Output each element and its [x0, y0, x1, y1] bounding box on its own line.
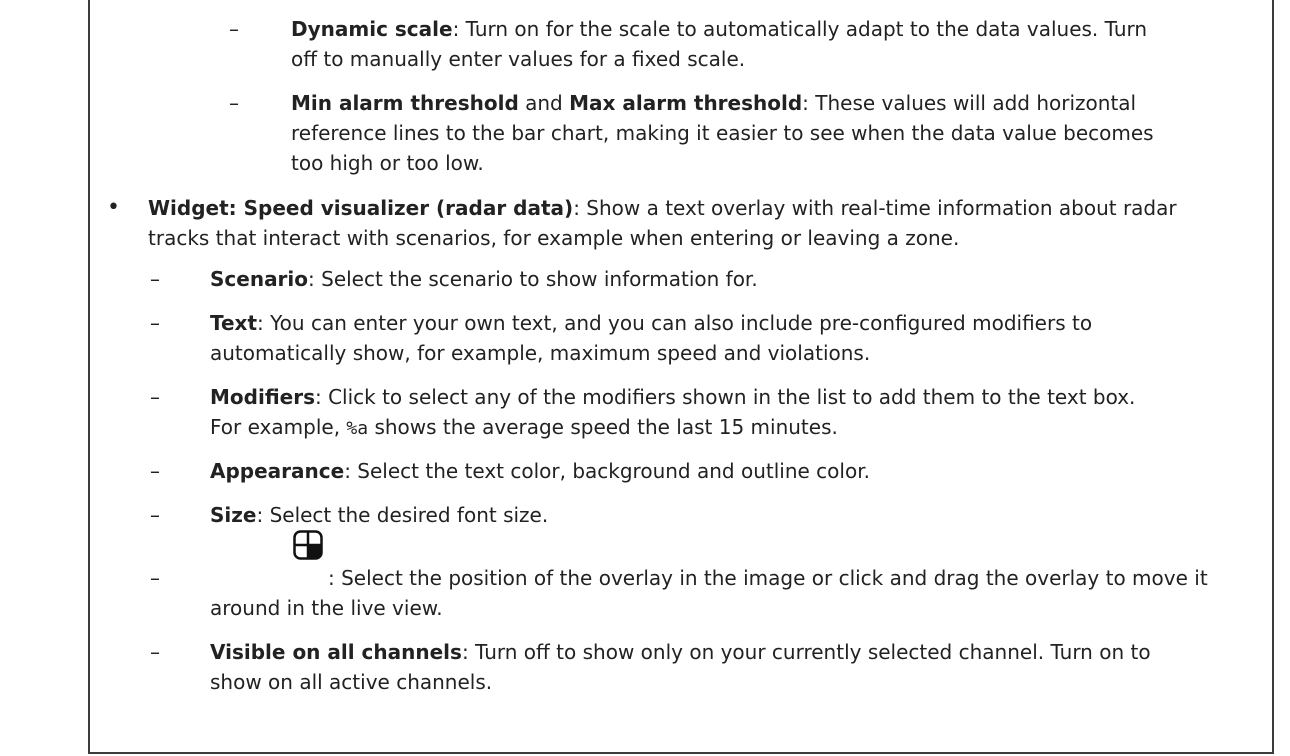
text-line-2: automatically show, for example, maximum…	[210, 341, 871, 365]
dynamic-scale-line-1: Dynamic scale: Turn on for the scale to …	[291, 14, 1147, 44]
max-threshold-term: Max alarm threshold	[569, 91, 803, 115]
visible-channels-line-2: show on all active channels.	[210, 670, 493, 694]
min-threshold-term: Min alarm threshold	[291, 91, 519, 115]
list-dash: –	[150, 267, 160, 291]
modifiers-example-post: shows the average speed the last 15 minu…	[368, 415, 838, 439]
thresholds-line-1: Min alarm threshold and Max alarm thresh…	[291, 88, 1136, 118]
thresholds-line-2: reference lines to the bar chart, making…	[291, 121, 1154, 145]
speed-widget-line-1: Widget: Speed visualizer (radar data): S…	[148, 193, 1177, 223]
size-term: Size	[210, 503, 257, 527]
list-dash: –	[229, 17, 239, 41]
modifiers-line-1: Modifiers: Click to select any of the mo…	[210, 382, 1135, 412]
scenario-text: : Select the scenario to show informatio…	[308, 267, 758, 291]
size-line: Size: Select the desired font size.	[210, 500, 548, 530]
list-dash: –	[150, 385, 160, 409]
thresholds-line-3: too high or too low.	[291, 151, 484, 175]
list-dash: –	[150, 459, 160, 483]
size-text: : Select the desired font size.	[256, 503, 549, 527]
visible-channels-text: : Turn off to show only on your currentl…	[461, 640, 1151, 664]
dynamic-scale-line-2: off to manually enter values for a fixed…	[291, 47, 746, 71]
speed-widget-line-2: tracks that interact with scenarios, for…	[148, 226, 960, 250]
modifiers-term: Modifiers	[210, 385, 315, 409]
appearance-term: Appearance	[210, 459, 345, 483]
dynamic-scale-text: : Turn on for the scale to automatically…	[452, 17, 1148, 41]
list-dash: –	[150, 311, 160, 335]
text-term: Text	[210, 311, 258, 335]
visible-channels-line-1: Visible on all channels: Turn off to sho…	[210, 637, 1151, 667]
modifiers-line-2: For example, %a shows the average speed …	[210, 412, 838, 444]
modifiers-text: : Click to select any of the modifiers s…	[314, 385, 1136, 409]
position-grid-icon	[293, 530, 323, 560]
text-description: : You can enter your own text, and you c…	[257, 311, 1093, 335]
scenario-term: Scenario	[210, 267, 309, 291]
list-dash: –	[150, 640, 160, 664]
appearance-text: : Select the text color, background and …	[344, 459, 870, 483]
position-line-2: around in the live view.	[210, 596, 443, 620]
list-bullet: •	[107, 195, 120, 220]
text-line-1: Text: You can enter your own text, and y…	[210, 308, 1092, 338]
modifier-code: %a	[346, 418, 369, 439]
speed-widget-text: : Show a text overlay with real-time inf…	[573, 196, 1177, 220]
list-dash: –	[150, 566, 160, 590]
dynamic-scale-term: Dynamic scale	[291, 17, 453, 41]
appearance-line: Appearance: Select the text color, backg…	[210, 456, 870, 486]
modifiers-example-pre: For example,	[210, 415, 347, 439]
visible-channels-term: Visible on all channels	[210, 640, 462, 664]
and-text: and	[518, 91, 570, 115]
list-dash: –	[150, 503, 160, 527]
speed-widget-term: Widget: Speed visualizer (radar data)	[148, 196, 574, 220]
scenario-line: Scenario: Select the scenario to show in…	[210, 264, 758, 294]
thresholds-text: : These values will add horizontal	[802, 91, 1137, 115]
list-dash: –	[229, 91, 239, 115]
position-line-1: : Select the position of the overlay in …	[328, 566, 1208, 590]
